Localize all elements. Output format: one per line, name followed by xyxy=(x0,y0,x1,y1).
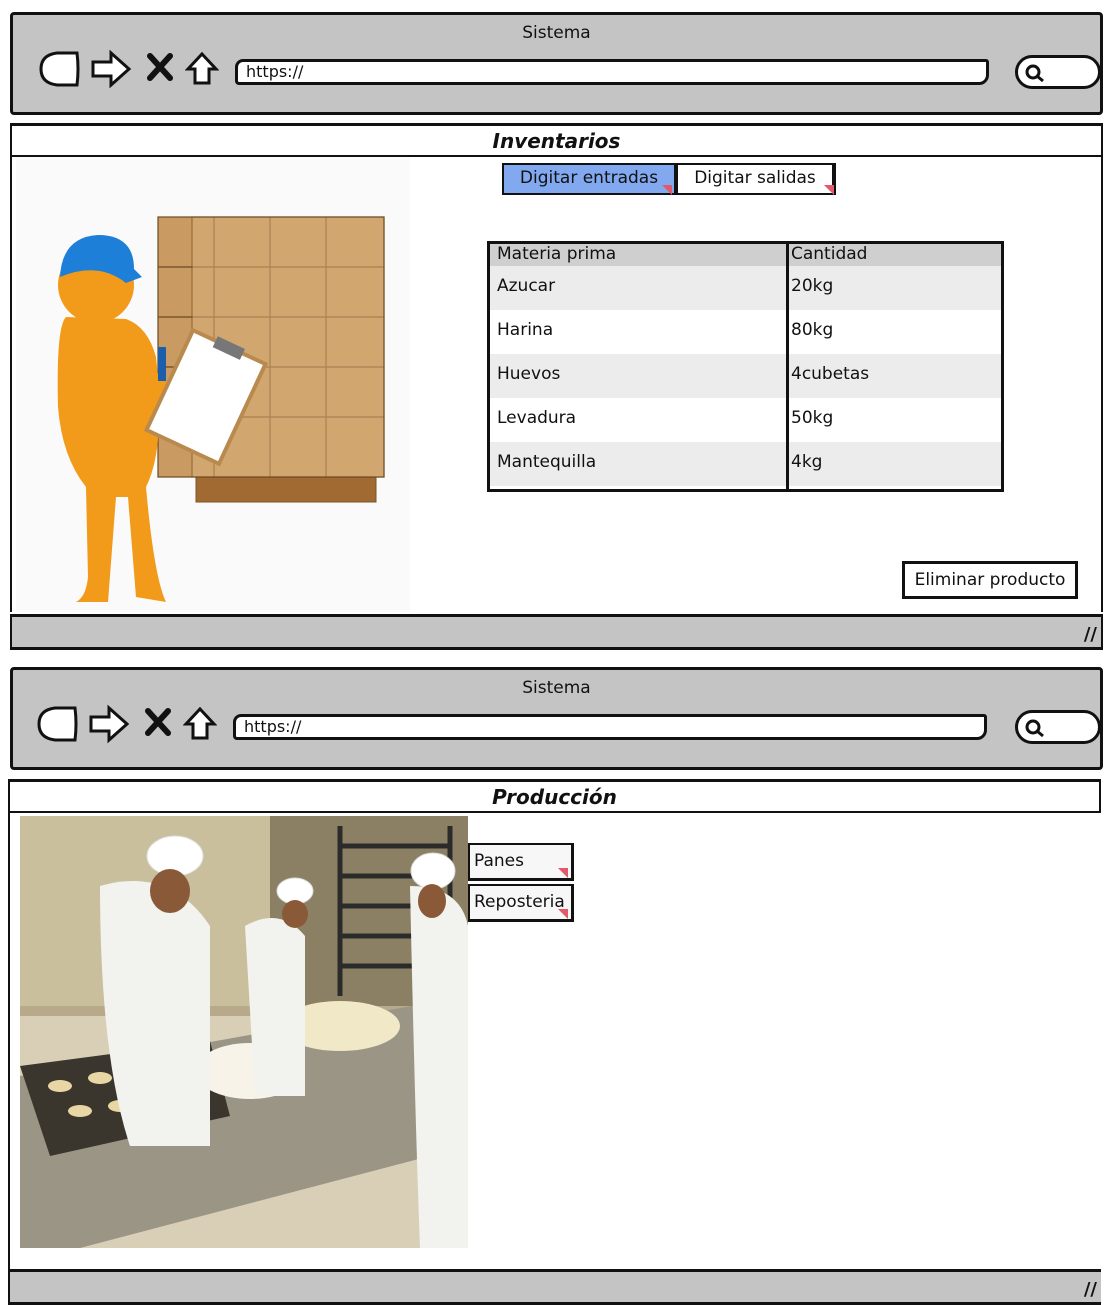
browser-chrome: Sistema https:// xyxy=(10,12,1103,115)
column-header-cantidad: Cantidad xyxy=(791,244,868,264)
table-row[interactable]: Azucar 20kg xyxy=(490,266,1001,310)
cell-materia: Harina xyxy=(497,320,554,340)
warehouse-worker-illustration xyxy=(16,157,410,612)
search-box[interactable] xyxy=(1015,710,1101,744)
column-divider xyxy=(786,244,789,489)
close-x-icon[interactable] xyxy=(147,53,173,85)
table-header: Materia prima Cantidad xyxy=(490,244,1001,266)
search-box[interactable] xyxy=(1015,55,1101,89)
table-row[interactable]: Huevos 4cubetas xyxy=(490,354,1001,398)
cell-cantidad: 50kg xyxy=(791,408,834,428)
cell-materia: Huevos xyxy=(497,364,561,384)
close-x-icon[interactable] xyxy=(145,708,171,740)
window-title: Sistema xyxy=(522,23,591,43)
inventory-table: Materia prima Cantidad Azucar 20kg Harin… xyxy=(487,241,1004,492)
cursor-marker-icon xyxy=(558,868,568,878)
cell-cantidad: 4kg xyxy=(791,452,823,472)
bakery-production-photo xyxy=(20,816,468,1248)
back-arrow-icon[interactable] xyxy=(33,704,81,748)
cursor-marker-icon xyxy=(662,185,672,195)
window-title: Sistema xyxy=(522,678,591,698)
table-row[interactable]: Mantequilla 4kg xyxy=(490,442,1001,486)
page-body: Digitar entradas Digitar salidas Materia… xyxy=(10,157,1103,612)
home-icon[interactable] xyxy=(184,51,220,91)
search-icon xyxy=(1024,63,1046,87)
eliminar-producto-button[interactable]: Eliminar producto xyxy=(902,561,1078,599)
tab-digitar-entradas[interactable]: Digitar entradas xyxy=(502,163,676,195)
page-title: Producción xyxy=(8,779,1101,813)
url-bar[interactable]: https:// xyxy=(233,714,987,740)
search-icon xyxy=(1024,718,1046,742)
table-row[interactable]: Harina 80kg xyxy=(490,310,1001,354)
browser-window-produccion: Sistema https:// Producción Panes Repost… xyxy=(8,667,1103,1305)
cell-materia: Mantequilla xyxy=(497,452,597,472)
table-row[interactable]: Levadura 50kg xyxy=(490,398,1001,442)
back-arrow-icon[interactable] xyxy=(35,49,83,93)
home-icon[interactable] xyxy=(182,706,218,746)
page-body: Panes Reposteria xyxy=(8,813,1101,1269)
forward-arrow-icon[interactable] xyxy=(89,49,133,93)
resize-grip-icon[interactable]: // xyxy=(1084,624,1097,645)
url-bar[interactable]: https:// xyxy=(235,59,989,85)
cursor-marker-icon xyxy=(558,909,568,919)
resize-grip-icon[interactable]: // xyxy=(1084,1279,1097,1300)
status-footer: // xyxy=(10,614,1103,650)
tab-digitar-salidas[interactable]: Digitar salidas xyxy=(676,163,836,195)
browser-chrome: Sistema https:// xyxy=(10,667,1103,770)
cursor-marker-icon xyxy=(824,185,834,195)
cell-cantidad: 80kg xyxy=(791,320,834,340)
page-title: Inventarios xyxy=(10,123,1103,157)
cell-cantidad: 4cubetas xyxy=(791,364,870,384)
forward-arrow-icon[interactable] xyxy=(87,704,131,748)
cell-materia: Levadura xyxy=(497,408,577,428)
cell-cantidad: 20kg xyxy=(791,276,834,296)
column-header-materia-prima: Materia prima xyxy=(497,244,617,264)
browser-window-inventarios: Sistema https:// Inventarios Digitar ent… xyxy=(10,12,1103,652)
cell-materia: Azucar xyxy=(497,276,556,296)
